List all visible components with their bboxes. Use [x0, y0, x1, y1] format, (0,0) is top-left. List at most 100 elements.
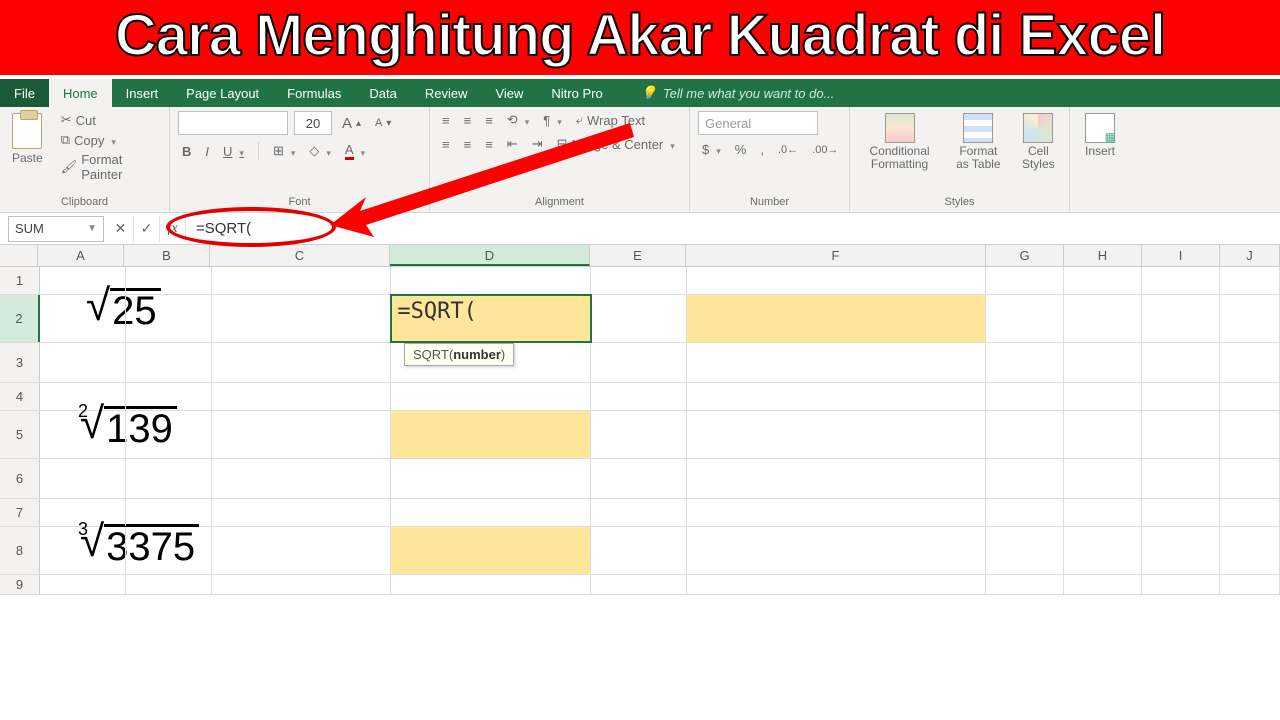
cell-F5[interactable] — [687, 411, 987, 458]
cell-D7[interactable] — [391, 499, 591, 526]
cell-E6[interactable] — [591, 459, 687, 498]
font-name-input[interactable] — [178, 111, 288, 135]
row-header-7[interactable]: 7 — [0, 499, 40, 526]
cell-E9[interactable] — [591, 575, 687, 594]
cell-F8[interactable] — [687, 527, 987, 574]
align-left-button[interactable]: ≡ — [438, 136, 454, 153]
cell-B3[interactable] — [126, 343, 212, 382]
font-color-button[interactable]: A — [341, 141, 369, 161]
tab-insert[interactable]: Insert — [112, 79, 173, 107]
decrease-indent-button[interactable]: ⇤ — [503, 135, 522, 153]
cell-C1[interactable] — [212, 267, 392, 294]
cell-I3[interactable] — [1142, 343, 1220, 382]
cell-E5[interactable] — [591, 411, 687, 458]
cell-G2[interactable] — [986, 295, 1064, 342]
cell-D9[interactable] — [391, 575, 591, 594]
increase-decimal-button[interactable]: .0← — [774, 143, 802, 157]
cell-C6[interactable] — [212, 459, 392, 498]
cell-G8[interactable] — [986, 527, 1064, 574]
cell-E8[interactable] — [591, 527, 687, 574]
increase-indent-button[interactable]: ⇥ — [528, 135, 547, 153]
format-painter-button[interactable]: 🖌Format Painter — [57, 151, 161, 183]
decrease-font-button[interactable]: A▾ — [371, 116, 395, 130]
cell-J7[interactable] — [1220, 499, 1280, 526]
cell-H9[interactable] — [1064, 575, 1142, 594]
cell-G1[interactable] — [986, 267, 1064, 294]
cell-H6[interactable] — [1064, 459, 1142, 498]
cell-B2[interactable] — [126, 295, 212, 342]
orientation-button[interactable]: ⟲ — [503, 111, 533, 129]
rtl-button[interactable]: ¶ — [539, 112, 566, 129]
cell-E4[interactable] — [591, 383, 687, 410]
number-format-select[interactable] — [698, 111, 818, 135]
cell-F6[interactable] — [687, 459, 987, 498]
cell-D6[interactable] — [391, 459, 591, 498]
cell-H8[interactable] — [1064, 527, 1142, 574]
row-header-3[interactable]: 3 — [0, 343, 40, 382]
cell-I5[interactable] — [1142, 411, 1220, 458]
paste-button[interactable]: Paste — [8, 111, 47, 167]
cell-H2[interactable] — [1064, 295, 1142, 342]
insert-cells-button[interactable]: ▦ Insert — [1078, 111, 1122, 160]
borders-button[interactable]: ⊞ — [269, 142, 299, 160]
column-header-J[interactable]: J — [1220, 245, 1280, 266]
cell-C9[interactable] — [212, 575, 392, 594]
cell-J2[interactable] — [1220, 295, 1280, 342]
column-header-E[interactable]: E — [590, 245, 686, 266]
cell-F7[interactable] — [687, 499, 987, 526]
increase-font-button[interactable]: A▴ — [338, 114, 365, 133]
cell-B1[interactable] — [126, 267, 212, 294]
tab-file[interactable]: File — [0, 79, 49, 107]
column-header-I[interactable]: I — [1142, 245, 1220, 266]
cell-J4[interactable] — [1220, 383, 1280, 410]
cell-G9[interactable] — [986, 575, 1064, 594]
cell-J3[interactable] — [1220, 343, 1280, 382]
spreadsheet-grid[interactable]: √25 2√139 3√3375 SQRT(number) 12=SQRT(34… — [0, 267, 1280, 595]
align-center-button[interactable]: ≡ — [460, 136, 476, 153]
cell-G5[interactable] — [986, 411, 1064, 458]
cell-I6[interactable] — [1142, 459, 1220, 498]
align-middle-button[interactable]: ≡ — [460, 112, 476, 129]
cell-A9[interactable] — [40, 575, 126, 594]
cell-C7[interactable] — [212, 499, 392, 526]
name-box[interactable]: SUM ▼ — [8, 216, 104, 242]
comma-button[interactable]: , — [756, 141, 768, 158]
cell-H7[interactable] — [1064, 499, 1142, 526]
decrease-decimal-button[interactable]: .00→ — [808, 143, 842, 157]
align-top-button[interactable]: ≡ — [438, 112, 454, 129]
cell-C2[interactable] — [212, 295, 392, 342]
cell-F3[interactable] — [687, 343, 987, 382]
cell-G3[interactable] — [986, 343, 1064, 382]
row-header-1[interactable]: 1 — [0, 267, 40, 294]
row-header-5[interactable]: 5 — [0, 411, 40, 458]
wrap-text-button[interactable]: ⤶Wrap Text — [572, 111, 649, 129]
fill-color-button[interactable]: ◇ — [305, 142, 335, 160]
cell-I8[interactable] — [1142, 527, 1220, 574]
cell-H5[interactable] — [1064, 411, 1142, 458]
cell-E7[interactable] — [591, 499, 687, 526]
cell-J1[interactable] — [1220, 267, 1280, 294]
formula-enter-button[interactable]: ✓ — [134, 216, 160, 242]
cell-B7[interactable] — [126, 499, 212, 526]
cell-J6[interactable] — [1220, 459, 1280, 498]
cell-D1[interactable] — [391, 267, 591, 294]
cell-G4[interactable] — [986, 383, 1064, 410]
currency-button[interactable]: $ — [698, 141, 725, 158]
align-right-button[interactable]: ≡ — [481, 136, 497, 153]
cell-G6[interactable] — [986, 459, 1064, 498]
cell-F2[interactable] — [687, 295, 987, 342]
row-header-6[interactable]: 6 — [0, 459, 40, 498]
cell-D4[interactable] — [391, 383, 591, 410]
cell-B4[interactable] — [126, 383, 212, 410]
column-header-A[interactable]: A — [38, 245, 124, 266]
formula-cancel-button[interactable]: ✕ — [108, 216, 134, 242]
italic-button[interactable]: I — [201, 143, 213, 160]
tell-me-search[interactable]: 💡Tell me what you want to do... — [627, 79, 849, 107]
tab-view[interactable]: View — [481, 79, 537, 107]
formula-input[interactable]: =SQRT( — [186, 216, 1280, 242]
cell-A2[interactable] — [40, 295, 126, 342]
align-bottom-button[interactable]: ≡ — [481, 112, 497, 129]
copy-button[interactable]: ⧉Copy — [57, 131, 161, 149]
row-header-8[interactable]: 8 — [0, 527, 40, 574]
cell-I4[interactable] — [1142, 383, 1220, 410]
